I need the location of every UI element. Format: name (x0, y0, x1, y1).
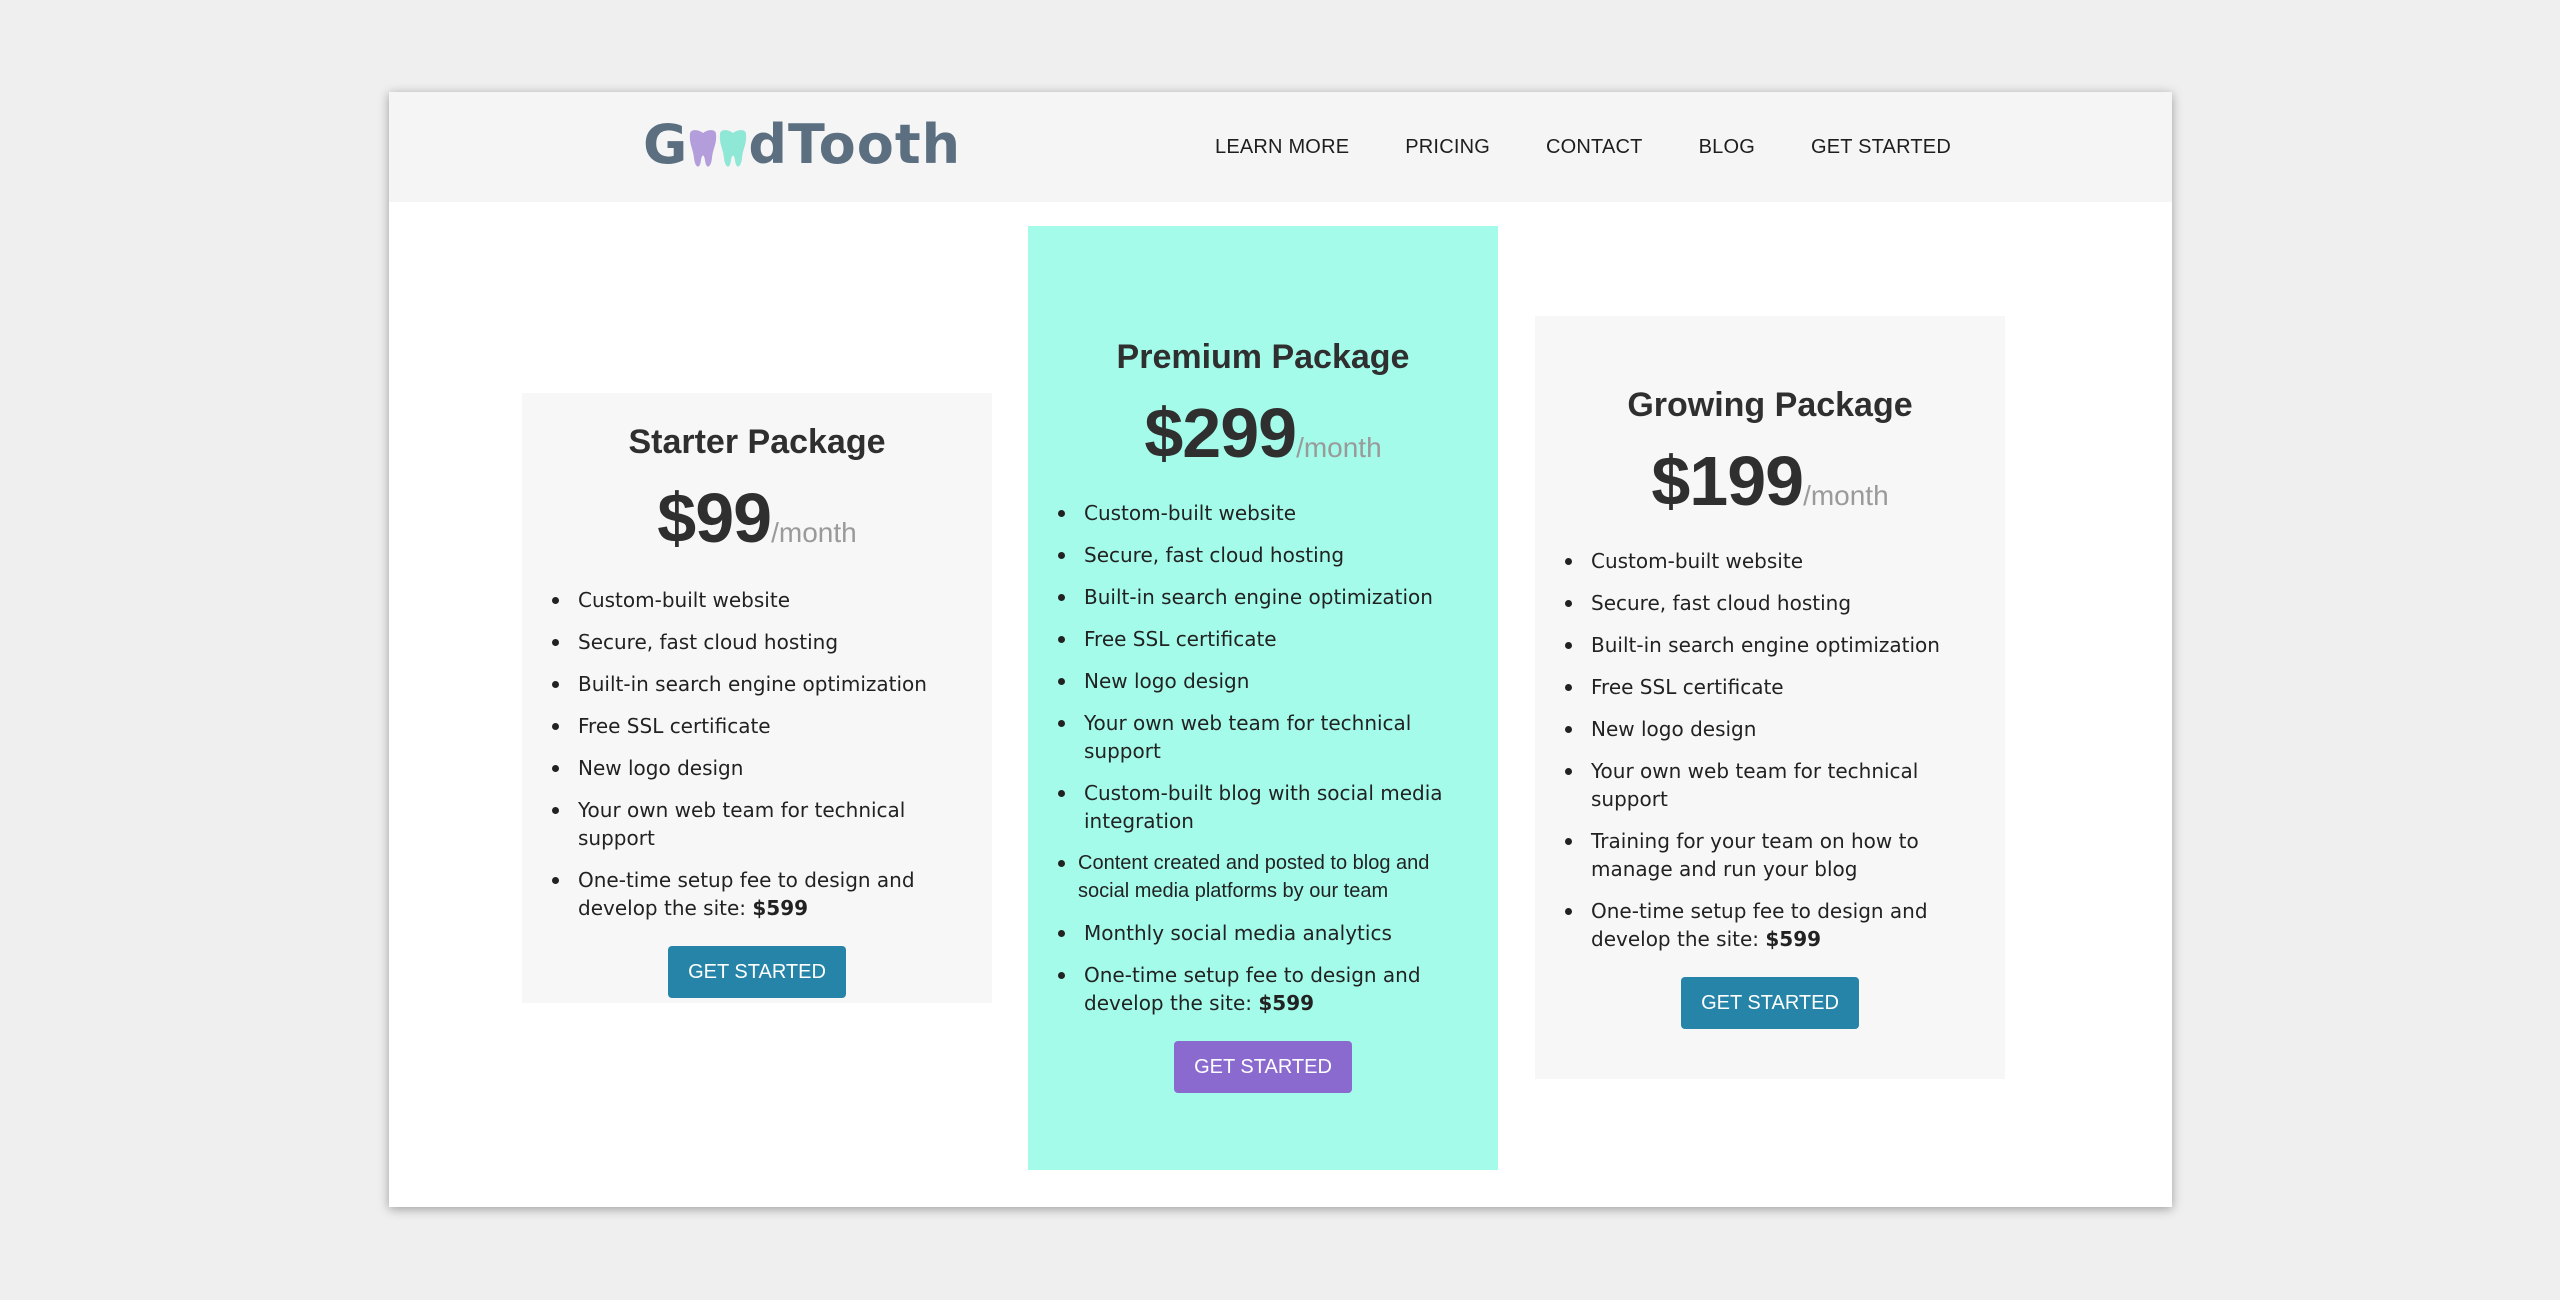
setup-fee-price: $599 (1765, 927, 1822, 951)
feature-item: Free SSL certificate (1563, 673, 1989, 701)
feature-item: Secure, fast cloud hosting (1563, 589, 1989, 617)
feature-item: Free SSL certificate (1056, 625, 1482, 653)
get-started-button[interactable]: GET STARTED (1174, 1041, 1352, 1093)
setup-fee-price: $599 (1258, 991, 1315, 1015)
feature-item: Built-in search engine optimization (1563, 631, 1989, 659)
feature-item: Built-in search engine optimization (1056, 583, 1482, 611)
price-period: /month (771, 517, 857, 548)
plan-price: $199 (1651, 442, 1804, 520)
feature-item-setup-fee: One-time setup fee to design and develop… (550, 866, 976, 922)
price-period: /month (1296, 432, 1382, 463)
feature-item: Your own web team for technical support (550, 796, 976, 852)
plan-price: $299 (1144, 394, 1297, 472)
feature-item: New logo design (550, 754, 976, 782)
tooth-icon (686, 122, 720, 167)
top-navbar: G dTooth LEARN MORE PRICING CONTACT BLOG… (389, 92, 2172, 202)
setup-fee-text: One-time setup fee to design and develop… (1591, 899, 1928, 951)
plan-title: Starter Package (628, 423, 886, 461)
plan-price: $99 (657, 479, 772, 557)
tooth-icon (716, 122, 750, 167)
feature-item: Secure, fast cloud hosting (550, 628, 976, 656)
feature-item-setup-fee: One-time setup fee to design and develop… (1056, 961, 1482, 1017)
feature-item: Built-in search engine optimization (550, 670, 976, 698)
price-row: $199 /month (1535, 441, 2005, 521)
feature-item: Custom-built website (550, 586, 976, 614)
pricing-card-premium: Premium Package $299 /month Custom-built… (1028, 226, 1498, 1170)
feature-item: Training for your team on how to manage … (1563, 827, 1989, 883)
nav-contact[interactable]: CONTACT (1546, 136, 1643, 159)
price-period: /month (1803, 480, 1889, 511)
feature-list: Custom-built website Secure, fast cloud … (550, 586, 976, 922)
feature-item: Custom-built blog with social media inte… (1056, 779, 1482, 835)
feature-list: Custom-built website Secure, fast cloud … (1056, 499, 1482, 1017)
feature-item: Custom-built website (1056, 499, 1482, 527)
feature-item: Free SSL certificate (550, 712, 976, 740)
pricing-card-starter: Starter Package $99 /month Custom-built … (522, 393, 992, 1003)
feature-list: Custom-built website Secure, fast cloud … (1563, 547, 1989, 953)
nav-get-started[interactable]: GET STARTED (1811, 136, 1951, 159)
nav-learn-more[interactable]: LEARN MORE (1215, 136, 1349, 159)
setup-fee-text: One-time setup fee to design and develop… (1084, 963, 1421, 1015)
feature-item: Secure, fast cloud hosting (1056, 541, 1482, 569)
setup-fee-price: $599 (752, 896, 809, 920)
price-row: $299 /month (1028, 393, 1498, 473)
goodtooth-logo[interactable]: G dTooth (643, 112, 962, 176)
logo-text-suffix: dTooth (748, 112, 962, 176)
feature-item: Custom-built website (1563, 547, 1989, 575)
logo-text-prefix: G (643, 112, 689, 176)
feature-item-setup-fee: One-time setup fee to design and develop… (1563, 897, 1989, 953)
get-started-button[interactable]: GET STARTED (668, 946, 846, 998)
feature-item: New logo design (1563, 715, 1989, 743)
price-row: $99 /month (522, 478, 992, 558)
main-nav: LEARN MORE PRICING CONTACT BLOG GET STAR… (1215, 92, 1951, 202)
plan-title: Growing Package (1627, 386, 1913, 424)
browser-page: G dTooth LEARN MORE PRICING CONTACT BLOG… (389, 92, 2172, 1207)
nav-blog[interactable]: BLOG (1699, 136, 1755, 159)
get-started-button[interactable]: GET STARTED (1681, 977, 1859, 1029)
feature-item: Monthly social media analytics (1056, 919, 1482, 947)
feature-item: Your own web team for technical support (1563, 757, 1989, 813)
setup-fee-text: One-time setup fee to design and develop… (578, 868, 915, 920)
feature-item: Content created and posted to blog and s… (1056, 849, 1482, 905)
plan-title: Premium Package (1116, 338, 1410, 376)
pricing-card-growing: Growing Package $199 /month Custom-built… (1535, 316, 2005, 1079)
feature-item: New logo design (1056, 667, 1482, 695)
feature-item: Your own web team for technical support (1056, 709, 1482, 765)
nav-pricing[interactable]: PRICING (1405, 136, 1490, 159)
